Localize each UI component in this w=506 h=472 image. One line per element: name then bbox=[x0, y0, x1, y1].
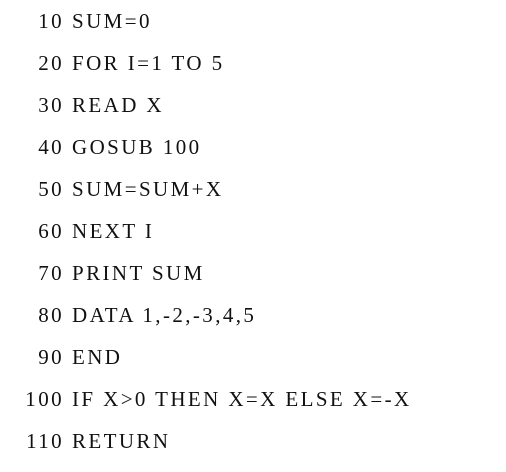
line-number: 110 bbox=[26, 428, 64, 453]
statement: IF X>0 THEN X=X ELSE X=-X bbox=[72, 386, 412, 411]
line-number: 60 bbox=[38, 218, 64, 243]
statement: SUM=0 bbox=[72, 8, 152, 33]
program-line-100: 100 IF X>0 THEN X=X ELSE X=-X bbox=[0, 384, 412, 414]
statement: END bbox=[72, 344, 123, 369]
statement: RETURN bbox=[72, 428, 171, 453]
statement: PRINT SUM bbox=[72, 260, 205, 285]
statement: READ X bbox=[72, 92, 164, 117]
program-line-110: 110 RETURN bbox=[0, 426, 170, 456]
statement: NEXT I bbox=[72, 218, 155, 243]
line-number: 10 bbox=[38, 8, 64, 33]
line-number: 80 bbox=[38, 302, 64, 327]
statement: SUM=SUM+X bbox=[72, 176, 224, 201]
line-number: 100 bbox=[25, 386, 64, 411]
line-number: 90 bbox=[38, 344, 64, 369]
statement: GOSUB 100 bbox=[72, 134, 202, 159]
line-number: 50 bbox=[38, 176, 64, 201]
basic-program-listing: 10 SUM=0 20 FOR I=1 TO 5 30 READ X 40 GO… bbox=[0, 0, 506, 472]
line-number: 40 bbox=[38, 134, 64, 159]
program-line-60: 60 NEXT I bbox=[0, 216, 154, 246]
program-line-70: 70 PRINT SUM bbox=[0, 258, 205, 288]
program-line-30: 30 READ X bbox=[0, 90, 164, 120]
statement: FOR I=1 TO 5 bbox=[72, 50, 225, 75]
statement: DATA 1,-2,-3,4,5 bbox=[72, 302, 257, 327]
program-line-20: 20 FOR I=1 TO 5 bbox=[0, 48, 224, 78]
program-line-50: 50 SUM=SUM+X bbox=[0, 174, 224, 204]
program-line-80: 80 DATA 1,-2,-3,4,5 bbox=[0, 300, 256, 330]
program-line-10: 10 SUM=0 bbox=[0, 6, 152, 36]
line-number: 20 bbox=[38, 50, 64, 75]
program-line-90: 90 END bbox=[0, 342, 122, 372]
line-number: 70 bbox=[38, 260, 64, 285]
program-line-40: 40 GOSUB 100 bbox=[0, 132, 202, 162]
line-number: 30 bbox=[38, 92, 64, 117]
